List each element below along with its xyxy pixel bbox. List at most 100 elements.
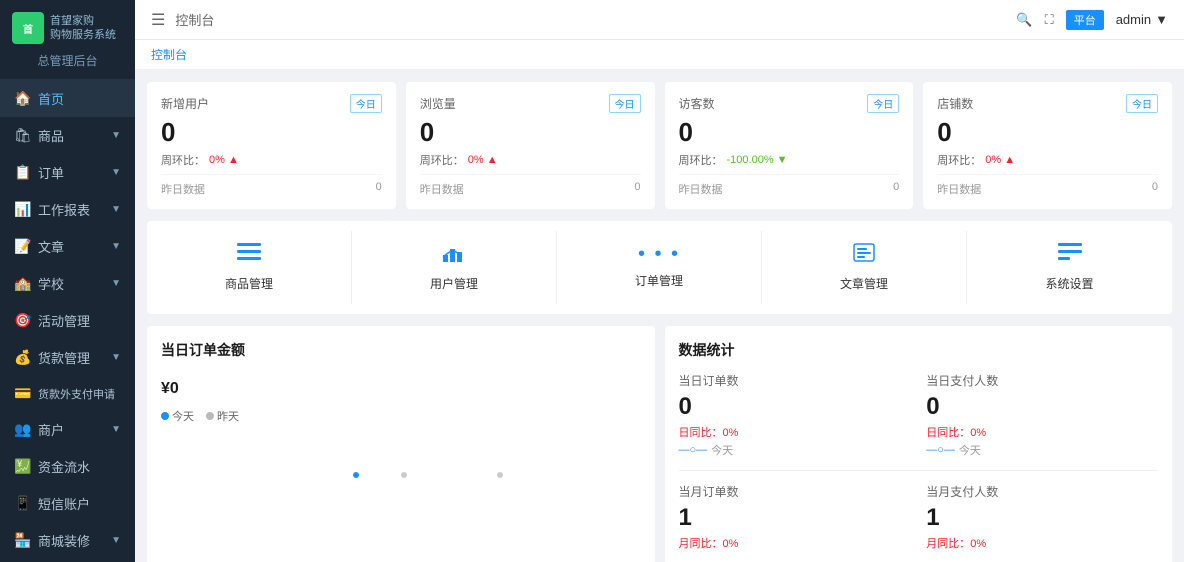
payment-icon: 💳 [14, 385, 30, 402]
chevron-down-icon: ▼ [111, 167, 121, 178]
logo-icon: 首 [12, 12, 44, 44]
orders-icon: 📋 [14, 164, 30, 181]
quick-nav-users[interactable]: 用户管理 [352, 231, 557, 304]
monthly-payers-value: 1 [926, 504, 1158, 533]
quick-nav-articles[interactable]: 文章管理 [762, 231, 967, 304]
school-icon: 🏫 [14, 275, 30, 292]
daily-payers-today: —○— 今天 [926, 442, 1158, 458]
change-value: 0% ▲ [468, 154, 498, 166]
sidebar-item-orders[interactable]: 📋 订单 ▼ [0, 154, 135, 191]
stat-yesterday: 昨日数据 0 [679, 174, 900, 197]
sidebar-item-school[interactable]: 🏫 学校 ▼ [0, 265, 135, 302]
sidebar-item-label: 订单 [38, 163, 64, 182]
nav-label-articles: 文章管理 [840, 275, 888, 292]
sidebar-item-sms[interactable]: 📱 短信账户 [0, 485, 135, 522]
sidebar-item-label: 首页 [38, 89, 64, 108]
stat-change: 周环比：0% ▲ [420, 152, 641, 168]
sidebar-item-label: 资金流水 [38, 457, 90, 476]
change-value: -100.00% ▼ [727, 154, 788, 166]
sidebar-item-merchant[interactable]: 👥 商户 ▼ [0, 411, 135, 448]
stats-row: 新增用户 今日 0 周环比：0% ▲ 昨日数据 0 浏览量 今日 0 [147, 82, 1172, 209]
daily-orders-label: 当日订单数 [679, 372, 911, 389]
sidebar-item-reports[interactable]: 📊 工作报表 ▼ [0, 191, 135, 228]
quick-nav: 商品管理 用户管理 • • • 订单管理 文章管理 [147, 221, 1172, 314]
system-nav-icon [1058, 243, 1082, 269]
sidebar-item-articles[interactable]: 📝 文章 ▼ [0, 228, 135, 265]
monthly-orders-stat: 当月订单数 1 月同比：0% [679, 483, 911, 553]
monthly-orders-label: 当月订单数 [679, 483, 911, 500]
monthly-orders-change: 月同比：0% [679, 535, 911, 551]
sidebar-item-label: 学校 [38, 274, 64, 293]
sidebar-item-label: 短信账户 [38, 494, 90, 513]
stat-yesterday: 昨日数据 0 [420, 174, 641, 197]
stat-title: 店铺数 [937, 95, 973, 112]
today-badge: 今日 [867, 94, 899, 113]
topbar-title: 控制台 [175, 10, 214, 29]
stat-change: 周环比：0% ▲ [937, 152, 1158, 168]
sidebar-item-finance[interactable]: 💹 资金流水 [0, 448, 135, 485]
stat-card-stores: 店铺数 今日 0 周环比：0% ▲ 昨日数据 0 [923, 82, 1172, 209]
sidebar-item-activity[interactable]: 🎯 活动管理 [0, 302, 135, 339]
sidebar-item-label: 商品 [38, 126, 64, 145]
articles-nav-icon [852, 243, 876, 269]
main-content: ☰ 控制台 🔍 ⛶ 平台 admin ▼ 控制台 新增用户 今日 0 [135, 0, 1184, 562]
sidebar-item-label: 商户 [38, 420, 64, 439]
daily-payers-change: 日同比：0% [926, 424, 1158, 440]
monthly-payers-change: 月同比：0% [926, 535, 1158, 551]
monthly-payers-label: 当月支付人数 [926, 483, 1158, 500]
chevron-down-icon: ▼ [111, 424, 121, 435]
sms-icon: 📱 [14, 495, 30, 512]
sidebar-item-label: 商城装修 [38, 531, 90, 550]
search-icon[interactable]: 🔍 [1016, 12, 1032, 28]
topbar: ☰ 控制台 🔍 ⛶ 平台 admin ▼ [135, 0, 1184, 40]
chevron-down-icon: ▼ [111, 241, 121, 252]
cargo-icon: 💰 [14, 349, 30, 366]
data-stats-monthly-grid: 当月订单数 1 月同比：0% 当月支付人数 1 月同比：0% [679, 483, 1159, 553]
stat-title: 新增用户 [161, 95, 209, 112]
sidebar-item-label: 货款管理 [38, 348, 90, 367]
sidebar-subtitle: 总管理后台 [0, 52, 135, 80]
stat-value: 0 [161, 117, 382, 148]
topbar-left: ☰ 控制台 [151, 10, 1004, 30]
sidebar-menu: 🏠 首页 🛍 商品 ▼ 📋 订单 ▼ 📊 工作报表 ▼ 📝 文章 ▼ 🏫 学校 … [0, 80, 135, 562]
sidebar-item-payment[interactable]: 💳 货款外支付申请 [0, 376, 135, 411]
products-nav-icon [237, 243, 261, 269]
sidebar-item-label: 货款外支付申请 [38, 386, 115, 402]
nav-label-users: 用户管理 [430, 275, 478, 292]
daily-payers-label: 当日支付人数 [926, 372, 1158, 389]
nav-label-orders: 订单管理 [635, 272, 683, 289]
today-badge: 今日 [609, 94, 641, 113]
currency-symbol: ¥ [161, 380, 170, 397]
chevron-down-icon: ▼ [111, 535, 121, 546]
quick-nav-orders[interactable]: • • • 订单管理 [557, 231, 762, 304]
quick-nav-system[interactable]: 系统设置 [967, 231, 1172, 304]
finance-icon: 💹 [14, 458, 30, 475]
chevron-down-icon: ▼ [111, 204, 121, 215]
quick-nav-products[interactable]: 商品管理 [147, 231, 352, 304]
stat-title: 浏览量 [420, 95, 456, 112]
sidebar-logo: 首 首望家购购物服务系统 [0, 0, 135, 52]
order-legend: 今天 昨天 [161, 408, 641, 424]
nav-label-system: 系统设置 [1045, 275, 1093, 292]
sidebar-item-cargo[interactable]: 💰 货款管理 ▼ [0, 339, 135, 376]
monthly-orders-value: 1 [679, 504, 911, 533]
admin-name[interactable]: admin ▼ [1116, 12, 1168, 27]
menu-toggle-icon[interactable]: ☰ [151, 10, 165, 30]
sidebar-item-home[interactable]: 🏠 首页 [0, 80, 135, 117]
data-stats-title: 数据统计 [679, 340, 1159, 360]
stat-change: 周环比：-100.00% ▼ [679, 152, 900, 168]
stat-value: 0 [679, 117, 900, 148]
daily-payers-stat: 当日支付人数 0 日同比：0% —○— 今天 [926, 372, 1158, 458]
stat-change: 周环比：0% ▲ [161, 152, 382, 168]
data-stats-grid: 当日订单数 0 日同比：0% —○— 今天 当日支付人数 0 日同比：0% [679, 372, 1159, 458]
sidebar-item-decoration[interactable]: 🏪 商城装修 ▼ [0, 522, 135, 559]
order-amount: ¥0 [161, 368, 641, 400]
sidebar-item-products[interactable]: 🛍 商品 ▼ [0, 117, 135, 154]
topbar-right: 🔍 ⛶ 平台 admin ▼ [1016, 10, 1168, 30]
stat-value: 0 [420, 117, 641, 148]
today-badge: 今日 [1126, 94, 1158, 113]
daily-payers-value: 0 [926, 393, 1158, 422]
fullscreen-icon[interactable]: ⛶ [1045, 12, 1054, 28]
decoration-icon: 🏪 [14, 532, 30, 549]
home-icon: 🏠 [14, 90, 30, 107]
